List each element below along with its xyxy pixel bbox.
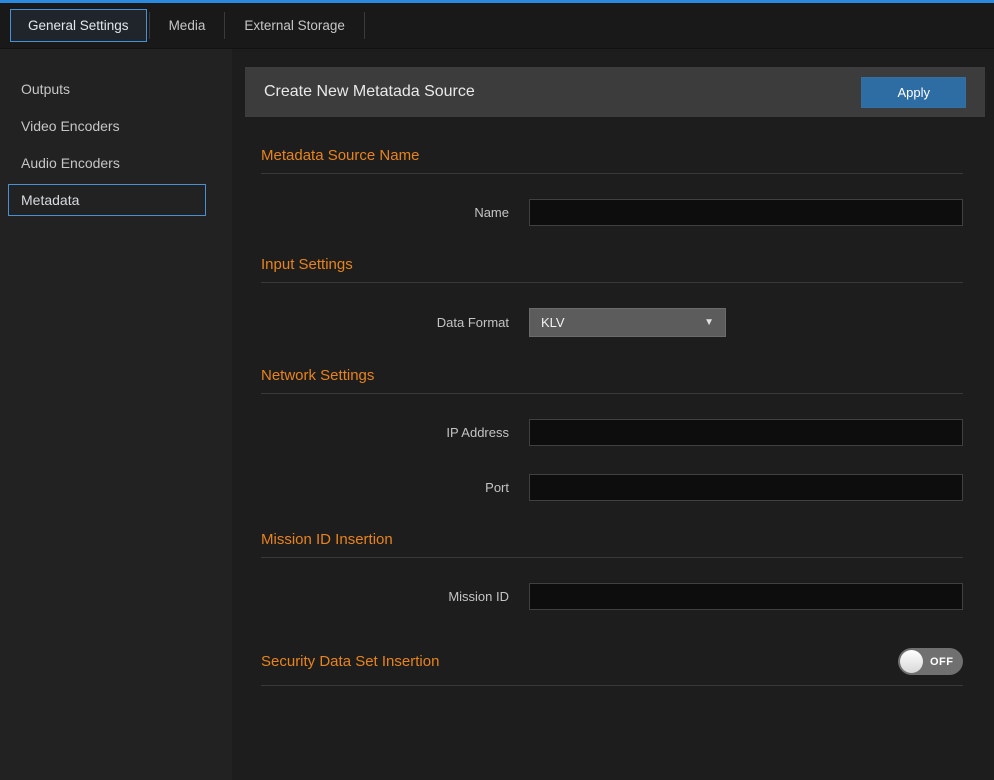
- tab-external-storage[interactable]: External Storage: [227, 10, 362, 41]
- tab-divider: [149, 12, 150, 39]
- section-divider: [261, 557, 963, 558]
- section-divider: [261, 685, 963, 686]
- page-title: Create New Metatada Source: [264, 83, 861, 101]
- port-label: Port: [261, 480, 529, 495]
- ip-address-label: IP Address: [261, 425, 529, 440]
- sidebar-item-metadata[interactable]: Metadata: [8, 184, 206, 216]
- main-content: Create New Metatada Source Apply Metadat…: [245, 49, 985, 780]
- chevron-down-icon: ▼: [704, 317, 714, 328]
- name-row: Name: [261, 199, 963, 226]
- ip-address-row: IP Address: [261, 419, 963, 446]
- section-title-mission-id-insertion: Mission ID Insertion: [261, 531, 963, 548]
- section-title-security-data-set-insertion: Security Data Set Insertion: [261, 653, 439, 670]
- sidebar-item-audio-encoders[interactable]: Audio Encoders: [8, 147, 206, 179]
- section-divider: [261, 393, 963, 394]
- data-format-row: Data Format KLV ▼: [261, 308, 963, 337]
- sidebar-item-video-encoders[interactable]: Video Encoders: [8, 110, 206, 142]
- tab-divider: [364, 12, 365, 39]
- tab-general-settings[interactable]: General Settings: [10, 9, 147, 42]
- form-sections: Metadata Source Name Name Input Settings…: [245, 147, 985, 686]
- mission-id-input[interactable]: [529, 583, 963, 610]
- security-data-set-row: Security Data Set Insertion OFF: [261, 648, 963, 675]
- data-format-dropdown[interactable]: KLV ▼: [529, 308, 726, 337]
- port-row: Port: [261, 474, 963, 501]
- top-tab-bar: General Settings Media External Storage: [0, 0, 994, 49]
- section-title-input-settings: Input Settings: [261, 256, 963, 273]
- section-title-network-settings: Network Settings: [261, 367, 963, 384]
- toggle-state-label: OFF: [930, 656, 954, 668]
- tab-divider: [224, 12, 225, 39]
- port-input[interactable]: [529, 474, 963, 501]
- ip-address-input[interactable]: [529, 419, 963, 446]
- data-format-selected-value: KLV: [541, 315, 565, 330]
- section-divider: [261, 282, 963, 283]
- name-label: Name: [261, 205, 529, 220]
- mission-id-label: Mission ID: [261, 589, 529, 604]
- section-title-metadata-source-name: Metadata Source Name: [261, 147, 963, 164]
- settings-sidebar: Outputs Video Encoders Audio Encoders Me…: [0, 49, 232, 780]
- tab-media[interactable]: Media: [152, 10, 223, 41]
- section-divider: [261, 173, 963, 174]
- data-format-label: Data Format: [261, 315, 529, 330]
- page-header: Create New Metatada Source Apply: [245, 67, 985, 117]
- mission-id-row: Mission ID: [261, 583, 963, 610]
- sidebar-item-outputs[interactable]: Outputs: [8, 73, 206, 105]
- security-toggle[interactable]: OFF: [898, 648, 963, 675]
- name-input[interactable]: [529, 199, 963, 226]
- toggle-knob-icon: [900, 650, 923, 673]
- apply-button[interactable]: Apply: [861, 77, 966, 108]
